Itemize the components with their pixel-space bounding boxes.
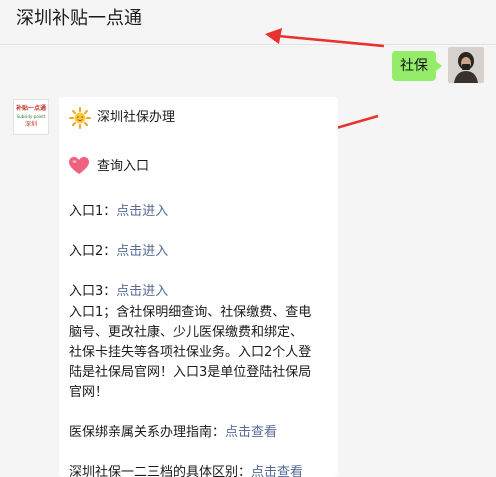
entry-2-label: 入口2： — [69, 244, 117, 259]
description-line: 入口1；含社保明细查询、社保缴费、查电 — [69, 305, 312, 320]
entry-3: 入口3：点击进入 — [69, 282, 168, 302]
entry-1-label: 入口1： — [69, 204, 117, 219]
cutoff-link[interactable]: 点击查看 — [251, 465, 303, 477]
query-heading: 查询入口 — [97, 159, 150, 174]
user-avatar[interactable] — [448, 47, 484, 83]
entry-2-link[interactable]: 点击进入 — [116, 244, 168, 259]
cutoff-label: 深圳社保一二三档的具体区别： — [69, 465, 252, 477]
description-line: 社保卡挂失等各项社保业务。入口2个人登 — [69, 345, 312, 360]
bot-avatar-line3: 深圳 — [24, 121, 37, 128]
chat-header: 深圳补贴一点通 — [0, 0, 496, 45]
entry-1-link[interactable]: 点击进入 — [116, 204, 168, 219]
sun-icon — [69, 107, 91, 129]
arrow-header-annotation — [265, 28, 385, 48]
guide-line: 医保绑亲属关系办理指南：点击查看 — [69, 423, 277, 443]
entry-1: 入口1：点击进入 — [69, 202, 168, 222]
description-line: 官网！ — [69, 385, 109, 400]
description-line: 陆是社保局官网！入口3是单位登陆社保局 — [69, 365, 312, 380]
cutoff-line: 深圳社保一二三档的具体区别：点击查看 — [69, 463, 303, 477]
chat-title: 深圳补贴一点通 — [16, 8, 142, 29]
guide-label: 医保绑亲属关系办理指南： — [69, 425, 226, 440]
outgoing-bubble[interactable]: 社保 — [392, 51, 442, 81]
guide-link[interactable]: 点击查看 — [225, 425, 277, 440]
entry-description: 入口1；含社保明细查询、社保缴费、查电 脑号、更改社康、少儿医保缴费和绑定、 社… — [69, 303, 331, 403]
entry-3-label: 入口3： — [69, 284, 117, 299]
entry-3-link[interactable]: 点击进入 — [116, 284, 168, 299]
heart-icon — [69, 157, 89, 174]
bot-avatar[interactable]: 补贴一点通 Subsidy-pointt 深圳 — [13, 99, 49, 135]
incoming-message-bubble: 深圳社保办理 查询入口 入口1：点击进入 入口2：点击进入 入口3：点击进入 入… — [59, 97, 338, 477]
outgoing-message: 社保 — [384, 47, 484, 85]
bot-avatar-line2: Subsidy-pointt — [16, 114, 46, 119]
entry-2: 入口2：点击进入 — [69, 242, 168, 262]
description-line: 脑号、更改社康、少儿医保缴费和绑定、 — [69, 325, 304, 340]
message-title: 深圳社保办理 — [97, 110, 176, 125]
bot-avatar-line1: 补贴一点通 — [15, 105, 46, 112]
